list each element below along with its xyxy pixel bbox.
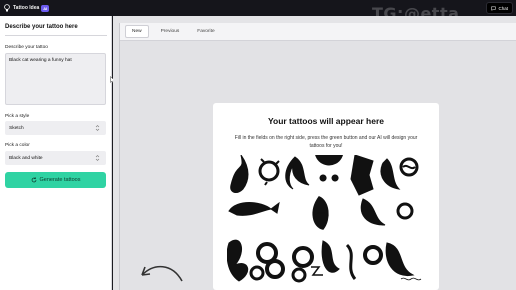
- rose-cluster-3: [249, 265, 265, 281]
- tattoo-collage-image: [227, 155, 422, 283]
- rose-petals: [402, 164, 416, 170]
- dragon-tattoo: [321, 240, 340, 273]
- rose-cluster-2: [265, 259, 285, 279]
- describe-textarea[interactable]: Black cat wearing a funny hat: [5, 53, 106, 105]
- card-title: Your tattoos will appear here: [267, 116, 385, 126]
- color-select-value: Black and white: [9, 155, 43, 161]
- placeholder-card: Your tattoos will appear here Fill in th…: [213, 103, 439, 290]
- style-select-value: Sketch: [9, 125, 24, 131]
- ai-badge: AI: [41, 4, 50, 12]
- whale-tail: [270, 201, 280, 214]
- card-description: Fill in the fields on the right side, pr…: [234, 135, 418, 149]
- panel-title: Describe your tattoo here: [5, 24, 78, 30]
- results-frame: New Previous Favorite Your tattoos will …: [119, 23, 516, 290]
- describe-label: Describe your tattoo: [5, 45, 48, 50]
- tribal-wing-tattoo: [227, 239, 249, 282]
- skull-tattoo: [315, 155, 343, 182]
- chat-label: Chat: [498, 5, 508, 11]
- refresh-icon: [31, 177, 36, 183]
- phoenix-tattoo: [360, 198, 386, 226]
- style-label: Pick a style: [5, 114, 30, 119]
- vine-tattoo: [345, 243, 357, 280]
- tab-new[interactable]: New: [125, 25, 149, 38]
- app-window: Tattoo Idea AI Chat TG:@etta Describe yo…: [0, 0, 516, 290]
- tab-previous[interactable]: Previous: [155, 26, 186, 37]
- splash-tattoo: [258, 160, 280, 182]
- brand[interactable]: Tattoo Idea AI: [4, 4, 50, 12]
- generate-label: Generate tattoos: [39, 177, 81, 183]
- generate-tattoos-button[interactable]: Generate tattoos: [5, 172, 106, 188]
- panel-divider: [5, 35, 107, 36]
- flower-tattoo-3: [363, 245, 383, 265]
- swirl-tattoo: [385, 242, 415, 277]
- color-label: Pick a color: [5, 143, 30, 148]
- lightbulb-icon: [4, 4, 10, 12]
- app-title: Tattoo Idea: [13, 5, 40, 11]
- flower-tattoo-2: [291, 267, 307, 283]
- flame-tattoo: [230, 155, 249, 193]
- style-select[interactable]: Sketch: [5, 121, 106, 135]
- chevron-updown-icon: [95, 155, 100, 161]
- warrior-face-tattoo: [350, 155, 374, 196]
- tabs-bar: New Previous Favorite: [120, 23, 516, 41]
- tab-favorite[interactable]: Favorite: [191, 26, 220, 37]
- stag-tattoo: [380, 158, 401, 190]
- small-rose-tattoo: [396, 202, 414, 220]
- tribal-tattoo: [285, 156, 310, 190]
- flower-tattoo-1: [292, 246, 314, 268]
- whale-tattoo: [228, 202, 273, 216]
- color-select[interactable]: Black and white: [5, 151, 106, 165]
- face-tattoo: [312, 196, 329, 230]
- curved-arrow-icon: [141, 265, 183, 282]
- chat-bubble-icon: [491, 6, 497, 11]
- chat-button[interactable]: Chat: [486, 2, 513, 14]
- main-area: New Previous Favorite Your tattoos will …: [113, 16, 516, 290]
- lightning-tattoo: [311, 266, 323, 276]
- chevron-updown-icon: [95, 125, 100, 131]
- left-panel: Describe your tattoo here Describe your …: [0, 16, 112, 290]
- signature-scribble: [400, 277, 422, 281]
